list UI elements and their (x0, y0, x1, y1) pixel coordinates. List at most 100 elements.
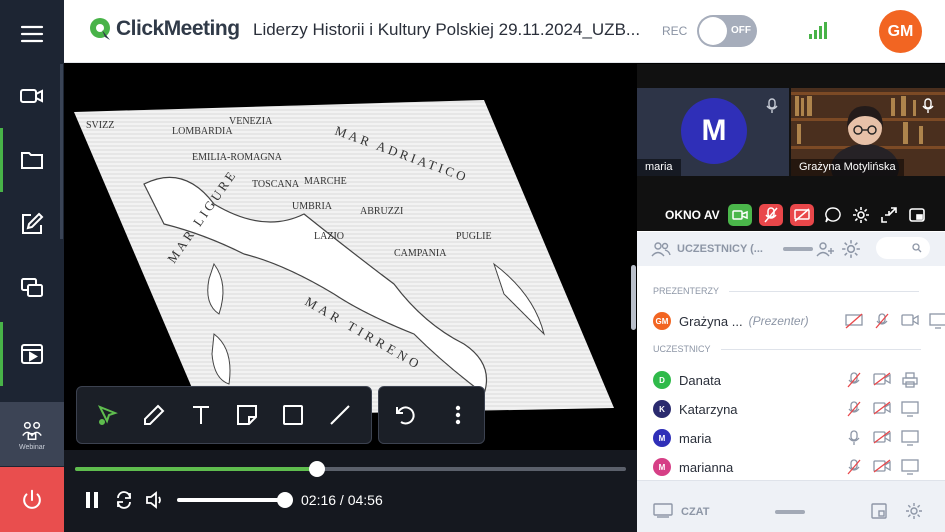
sidebar-item-webinar[interactable]: Webinar (0, 402, 64, 466)
monitor-icon[interactable] (896, 401, 924, 417)
rec-toggle[interactable]: OFF (697, 15, 757, 47)
toggle-knob (699, 17, 727, 45)
participant-row[interactable]: K Katarzyna (653, 398, 943, 420)
monitor-icon[interactable] (896, 430, 924, 446)
camera-off-icon[interactable] (868, 459, 896, 475)
minimize-icon (880, 207, 897, 223)
participant-row[interactable]: D Danata (653, 369, 943, 391)
video-tile-presenter[interactable]: Grażyna Motylińska (791, 88, 945, 176)
sidebar-item-media[interactable] (0, 322, 64, 386)
rec-label: REC (662, 24, 688, 38)
laser-pointer-button[interactable] (90, 397, 126, 433)
sidebar: Webinar (0, 0, 64, 532)
attendees-section: UCZESTNICY (653, 344, 921, 354)
monitor-icon[interactable] (924, 313, 945, 329)
camera-icon (731, 210, 748, 220)
chat-icon (653, 503, 673, 518)
pen-tool-button[interactable] (136, 397, 172, 433)
power-icon (23, 489, 41, 509)
participant-role: (Prezenter) (748, 314, 809, 328)
section-label: UCZESTNICY (653, 344, 711, 354)
settings-button[interactable] (849, 204, 873, 226)
more-vertical-icon (455, 405, 460, 425)
add-user-icon[interactable] (815, 240, 835, 258)
gear-icon[interactable] (841, 239, 861, 259)
popout-button[interactable] (905, 204, 929, 226)
gear-icon[interactable] (905, 502, 923, 520)
presentation-stage: SVIZZ LOMBARDIA VENEZIA EMILIA-ROMAGNA T… (64, 64, 637, 532)
gear-icon (852, 207, 869, 223)
camera-icon (20, 89, 43, 103)
chat-bubble-icon (824, 207, 841, 223)
screen-off-icon[interactable] (840, 313, 868, 329)
mic-off-icon[interactable] (840, 372, 868, 388)
camera-toggle-button[interactable] (727, 204, 752, 226)
video-name: Grażyna Motylińska (791, 159, 904, 176)
video-tile-maria[interactable]: M maria (637, 88, 789, 176)
pause-button[interactable] (84, 488, 100, 512)
mic-off-icon[interactable] (840, 459, 868, 475)
rectangle-tool-button[interactable] (275, 397, 311, 433)
volume-thumb[interactable] (277, 492, 293, 508)
loop-button[interactable] (114, 488, 134, 512)
avatar: M (681, 98, 747, 164)
participant-row[interactable]: GM Grażyna ... (Prezenter) (653, 310, 945, 332)
avatar: M (653, 429, 671, 447)
screen-share-toggle-button[interactable] (789, 204, 814, 226)
participant-name: Katarzyna (679, 401, 738, 417)
text-tool-button[interactable] (183, 397, 219, 433)
chat-label: CZAT (681, 506, 710, 518)
line-tool-button[interactable] (322, 397, 358, 433)
map-label: EMILIA-ROMAGNA (192, 152, 283, 163)
panel-drag-handle[interactable] (782, 247, 813, 251)
chat-bar[interactable]: CZAT (637, 480, 945, 532)
laser-pointer-icon (98, 405, 119, 425)
pen-icon (144, 404, 165, 425)
mic-off-icon[interactable] (868, 313, 896, 329)
rec-toggle-state: OFF (731, 25, 751, 36)
participants-scrollbar[interactable] (631, 265, 636, 330)
presenters-section: PREZENTERZY (653, 286, 920, 296)
section-label: PREZENTERZY (653, 286, 720, 296)
monitor-icon[interactable] (896, 459, 924, 475)
sidebar-item-whiteboard[interactable] (0, 192, 64, 256)
sidebar-item-files[interactable] (0, 128, 64, 192)
text-icon (192, 406, 209, 424)
webinar-label: Webinar (19, 443, 45, 451)
microphone-icon[interactable] (840, 430, 868, 446)
picture-in-picture-icon (908, 208, 925, 222)
camera-off-icon[interactable] (868, 372, 896, 388)
popout-icon[interactable] (871, 503, 887, 519)
more-options-button[interactable] (440, 397, 476, 433)
volume-button[interactable] (144, 488, 164, 512)
progress-thumb[interactable] (309, 461, 326, 477)
menu-button[interactable] (0, 2, 64, 66)
sidebar-item-screen-share[interactable] (0, 256, 64, 320)
camera-icon[interactable] (896, 313, 924, 329)
meeting-title: Liderzy Historii i Kultury Polskiej 29.1… (253, 20, 641, 39)
chat-drag-handle[interactable] (775, 510, 805, 514)
exit-button[interactable] (0, 467, 64, 532)
volume-slider[interactable] (177, 492, 293, 508)
chat-bubble-button[interactable] (821, 204, 845, 226)
note-tool-button[interactable] (229, 397, 265, 433)
minimize-button[interactable] (877, 204, 901, 226)
pause-icon (86, 492, 98, 508)
participant-row[interactable]: M marianna (653, 456, 943, 478)
loop-icon (117, 491, 131, 509)
camera-off-icon[interactable] (868, 401, 896, 417)
header: ClickMeeting Liderzy Historii i Kultury … (64, 0, 945, 63)
undo-button[interactable] (387, 397, 423, 433)
printer-icon[interactable] (896, 372, 924, 388)
rectangle-icon (283, 405, 304, 425)
user-avatar[interactable]: GM (879, 10, 922, 53)
participant-row[interactable]: M maria (653, 427, 943, 449)
sidebar-item-camera[interactable] (0, 64, 64, 128)
mic-off-icon[interactable] (840, 401, 868, 417)
camera-off-icon[interactable] (868, 430, 896, 446)
progress-bar[interactable] (75, 461, 626, 477)
participant-search[interactable] (876, 237, 930, 259)
mic-toggle-button[interactable] (758, 204, 783, 226)
clickmeeting-logo-icon (90, 18, 110, 40)
video-name: maria (637, 159, 681, 176)
